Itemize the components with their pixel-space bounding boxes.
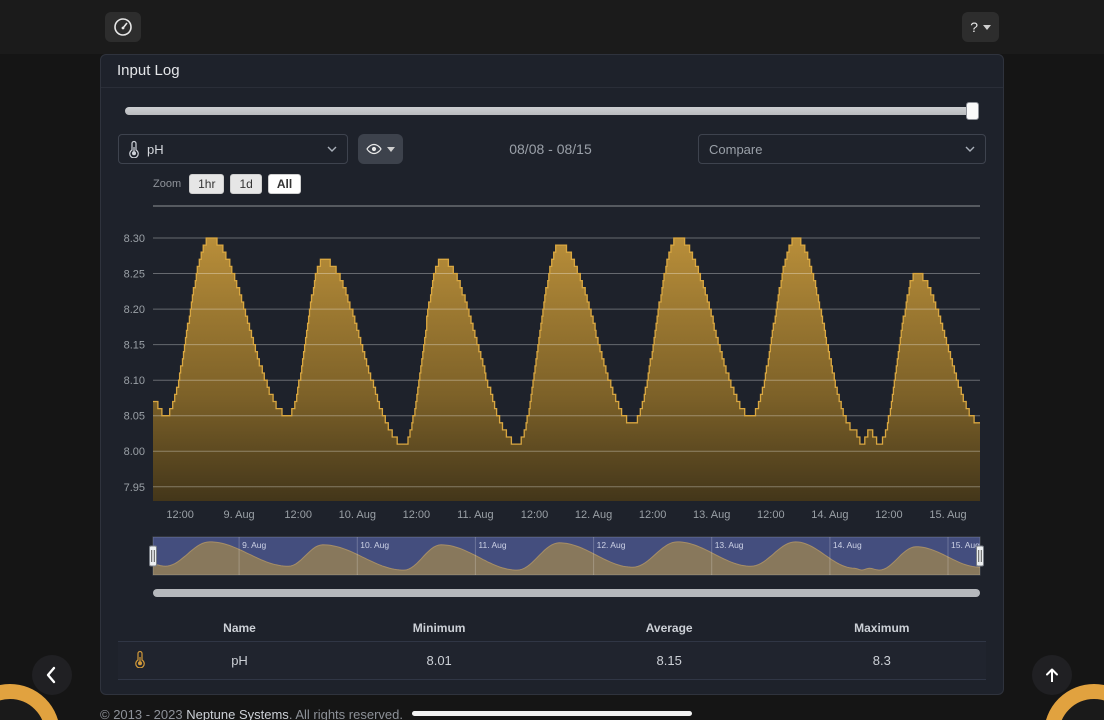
- svg-text:11. Aug: 11. Aug: [457, 509, 494, 521]
- stats-table-header: Name Minimum Average Maximum: [118, 615, 986, 641]
- svg-text:12:00: 12:00: [403, 509, 431, 521]
- arrow-up-icon: [1042, 665, 1062, 685]
- copyright-prefix: © 2013 - 2023: [100, 707, 186, 720]
- svg-text:12. Aug: 12. Aug: [575, 509, 612, 521]
- svg-text:9. Aug: 9. Aug: [223, 509, 254, 521]
- chart-scrollbar[interactable]: [153, 589, 980, 597]
- table-row: pH 8.01 8.15 8.3: [118, 641, 986, 680]
- home-indicator: [412, 711, 692, 716]
- row-average: 8.15: [561, 653, 778, 668]
- neptune-systems-link[interactable]: Neptune Systems: [186, 707, 289, 720]
- chevron-left-icon: [41, 664, 63, 686]
- date-range-label: 08/08 - 08/15: [403, 141, 698, 157]
- chevron-down-icon: [327, 146, 337, 152]
- scroll-to-top-button[interactable]: [1032, 655, 1072, 695]
- row-icon-cell: [118, 650, 161, 671]
- slider-thumb[interactable]: [966, 102, 979, 120]
- caret-down-icon: [983, 25, 991, 30]
- svg-text:7.95: 7.95: [124, 482, 145, 494]
- compare-select-placeholder: Compare: [709, 142, 762, 157]
- zoom-button-all[interactable]: All: [268, 174, 301, 194]
- probe-select-value: pH: [147, 142, 164, 157]
- svg-text:8.20: 8.20: [124, 304, 145, 316]
- page-title: Input Log: [101, 55, 1003, 88]
- svg-text:12:00: 12:00: [166, 509, 194, 521]
- gauge-icon: [113, 17, 133, 37]
- svg-text:8.05: 8.05: [124, 411, 145, 423]
- chart-toolbar: pH 08/08 - 08/15 Compare: [118, 134, 986, 164]
- header-maximum: Maximum: [778, 621, 986, 635]
- zoom-button-1d[interactable]: 1d: [230, 174, 261, 194]
- time-range-slider[interactable]: [125, 102, 979, 120]
- chevron-down-icon: [965, 146, 975, 152]
- copyright-suffix: . All rights reserved.: [289, 707, 403, 720]
- svg-text:14. Aug: 14. Aug: [811, 509, 848, 521]
- svg-text:12:00: 12:00: [757, 509, 785, 521]
- svg-text:12. Aug: 12. Aug: [597, 540, 626, 550]
- back-button[interactable]: [32, 655, 72, 695]
- svg-text:13. Aug: 13. Aug: [693, 509, 730, 521]
- svg-text:12:00: 12:00: [521, 509, 549, 521]
- stats-table: Name Minimum Average Maximum pH 8.01 8.1…: [118, 615, 986, 680]
- help-button[interactable]: ?: [962, 12, 999, 42]
- visibility-button[interactable]: [358, 134, 403, 164]
- svg-text:8.25: 8.25: [124, 269, 145, 281]
- svg-text:8.10: 8.10: [124, 375, 145, 387]
- top-bar: ?: [0, 0, 1104, 54]
- svg-text:8.00: 8.00: [124, 446, 145, 458]
- zoom-label: Zoom: [153, 178, 181, 190]
- chart-section: Zoom 1hr 1d All 8.30 8.25 8.20 8.15 8.10 8.05…: [118, 174, 986, 597]
- chart-navigator[interactable]: 9. Aug 10. Aug 11. Aug 12. Aug 13. Aug 14. Au…: [118, 535, 986, 581]
- caret-down-icon: [387, 147, 395, 152]
- svg-text:12:00: 12:00: [875, 509, 903, 521]
- help-label: ?: [970, 19, 978, 35]
- dashboard-button[interactable]: [105, 12, 141, 42]
- svg-text:12:00: 12:00: [639, 509, 667, 521]
- svg-text:8.15: 8.15: [124, 340, 145, 352]
- svg-text:9. Aug: 9. Aug: [242, 540, 266, 550]
- svg-text:10. Aug: 10. Aug: [360, 540, 389, 550]
- svg-text:15. Aug: 15. Aug: [929, 509, 966, 521]
- probe-select[interactable]: pH: [118, 134, 348, 164]
- header-name: Name: [161, 621, 317, 635]
- svg-text:15. Aug: 15. Aug: [951, 540, 980, 550]
- svg-text:10. Aug: 10. Aug: [339, 509, 376, 521]
- input-log-panel: Input Log pH: [100, 54, 1004, 695]
- thermometer-icon: [135, 650, 145, 668]
- zoom-controls: Zoom 1hr 1d All: [153, 174, 986, 194]
- svg-text:11. Aug: 11. Aug: [478, 540, 506, 550]
- svg-text:14. Aug: 14. Aug: [833, 540, 862, 550]
- panel-body: pH 08/08 - 08/15 Compare: [101, 88, 1003, 694]
- slider-track[interactable]: [125, 107, 979, 115]
- row-minimum: 8.01: [318, 653, 561, 668]
- header-minimum: Minimum: [318, 621, 561, 635]
- eye-icon: [366, 143, 382, 155]
- ph-area-chart: 8.30 8.25 8.20 8.15 8.10 8.05 8.00 7.95 12:00 9. …: [118, 198, 986, 528]
- row-name: pH: [161, 653, 317, 668]
- header-average: Average: [561, 621, 778, 635]
- svg-text:12:00: 12:00: [284, 509, 312, 521]
- thermometer-icon: [129, 140, 139, 158]
- compare-select[interactable]: Compare: [698, 134, 986, 164]
- row-maximum: 8.3: [778, 653, 986, 668]
- svg-text:13. Aug: 13. Aug: [715, 540, 744, 550]
- svg-text:8.30: 8.30: [124, 233, 145, 245]
- zoom-button-1hr[interactable]: 1hr: [189, 174, 224, 194]
